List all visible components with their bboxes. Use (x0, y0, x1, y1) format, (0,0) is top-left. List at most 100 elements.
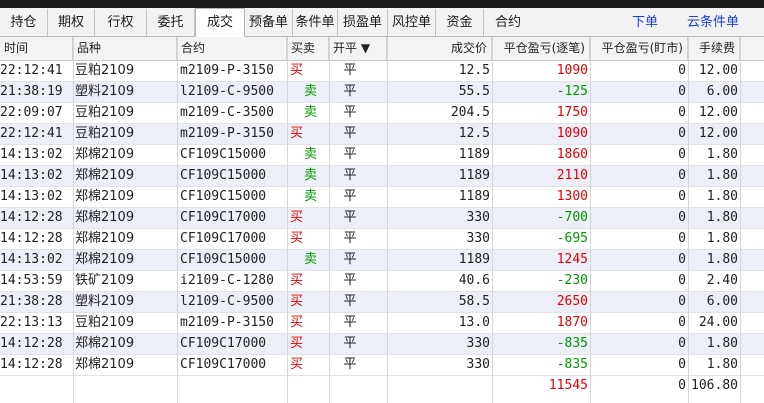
table-row[interactable]: 21:38:28 塑料2109 l2109-C-9500 买 平 58.5 2650 0 6.0… (0, 292, 764, 313)
trade-contract: CF109C15000 (180, 189, 267, 204)
trade-pnl-trade: -125 (556, 84, 588, 99)
trade-offset: 平 (343, 252, 357, 267)
tab-exercise[interactable]: 行权 (95, 9, 147, 36)
tab-orders[interactable]: 委托 (147, 9, 195, 36)
tab-contracts[interactable]: 合约 (484, 9, 532, 36)
tab-stop-orders[interactable]: 损盈单 (338, 9, 388, 36)
trade-fee: 6.00 (706, 294, 738, 309)
tab-options[interactable]: 期权 (48, 9, 95, 36)
trade-pnl-trade: 2650 (556, 294, 588, 309)
column-divider (590, 37, 591, 403)
table-row[interactable]: 22:13:13 豆粕2109 m2109-P-3150 买 平 13.0 1870 0 24.… (0, 313, 764, 334)
trade-pnl-mark: 0 (678, 336, 686, 351)
table-row[interactable]: 22:12:41 豆粕2109 m2109-P-3150 买 平 12.5 1090 0 12.… (0, 124, 764, 145)
trade-price: 330 (466, 231, 490, 246)
table-row[interactable]: 14:13:02 郑棉2109 CF109C15000 卖 平 1189 1860 0 1.80 (0, 145, 764, 166)
trade-product: 豆粕2109 (75, 126, 135, 141)
trade-direction: 买 (290, 336, 304, 351)
trade-fee: 24.00 (698, 315, 738, 330)
trade-product: 豆粕2109 (75, 315, 135, 330)
tab-positions[interactable]: 持仓 (0, 9, 48, 36)
table-row[interactable]: 14:12:28 郑棉2109 CF109C17000 买 平 330 -700 0 1.80 (0, 208, 764, 229)
table-row[interactable]: 21:38:19 塑料2109 l2109-C-9500 卖 平 55.5 -125 0 6.0… (0, 82, 764, 103)
cloud-conditional-order-link[interactable]: 云条件单 (687, 9, 739, 36)
trade-fee: 1.80 (706, 147, 738, 162)
trade-time: 14:12:28 (0, 357, 63, 372)
trade-time: 14:53:59 (0, 273, 63, 288)
trade-contract: i2109-C-1280 (180, 273, 274, 288)
column-divider (740, 37, 741, 403)
total-pnl-mark: 0 (678, 378, 686, 393)
trade-offset: 平 (343, 126, 357, 141)
col-header-price[interactable]: 成交价 (387, 37, 492, 60)
trade-offset: 平 (343, 336, 357, 351)
trade-time: 22:09:07 (0, 105, 63, 120)
col-header-contract[interactable]: 合约 (177, 37, 287, 60)
col-header-pnl-trade[interactable]: 平仓盈亏(逐笔) (492, 37, 590, 60)
table-row[interactable]: 14:53:59 铁矿2109 i2109-C-1280 买 平 40.6 -230 0 2.4… (0, 271, 764, 292)
total-fee: 106.80 (691, 378, 738, 393)
trade-direction: 卖 (304, 84, 318, 99)
trade-direction: 卖 (304, 105, 318, 120)
trade-contract: m2109-P-3150 (180, 315, 274, 330)
trade-pnl-trade: 1090 (556, 63, 588, 78)
trade-product: 铁矿2109 (75, 273, 135, 288)
table-row[interactable]: 14:12:28 郑棉2109 CF109C17000 买 平 330 -835 0 1.80 (0, 355, 764, 376)
col-header-time[interactable]: 时间 (0, 37, 73, 60)
trade-offset: 平 (343, 273, 357, 288)
trade-time: 21:38:28 (0, 294, 63, 309)
tab-conditional-orders[interactable]: 条件单 (293, 9, 338, 36)
table-row[interactable]: 14:12:28 郑棉2109 CF109C17000 买 平 330 -695 0 1.80 (0, 229, 764, 250)
table-body: 22:12:41 豆粕2109 m2109-P-3150 买平 12.5 1090 0 12.… (0, 61, 764, 376)
col-header-direction[interactable]: 买卖 (287, 37, 329, 60)
trade-contract: m2109-P-3150 (180, 126, 274, 141)
tab-risk-orders[interactable]: 风控单 (388, 9, 436, 36)
trade-time: 22:12:41 (0, 63, 63, 78)
trade-direction: 买 (290, 294, 304, 309)
trade-price: 55.5 (458, 84, 490, 99)
table-row[interactable]: 14:13:02 郑棉2109 CF109C15000 卖 平 1189 1245 0 1.80 (0, 250, 764, 271)
trade-fee: 1.80 (706, 210, 738, 225)
trade-direction: 卖 (304, 147, 318, 162)
trade-fee: 1.80 (706, 336, 738, 351)
trade-contract: m2109-C-3500 (180, 105, 274, 120)
trade-product: 郑棉2109 (75, 168, 135, 183)
table-row[interactable]: 22:09:07 豆粕2109 m2109-C-3500 卖 平 204.5 1750 0 12… (0, 103, 764, 124)
trade-fee: 12.00 (698, 126, 738, 141)
trade-offset: 平 (343, 357, 357, 372)
tab-trades[interactable]: 成交 (195, 8, 245, 37)
trade-offset: 平 (343, 84, 357, 99)
column-divider (492, 37, 493, 403)
table-row[interactable]: 14:13:02 郑棉2109 CF109C15000 卖 平 1189 1300 0 1.80 (0, 187, 764, 208)
trade-direction: 买 (290, 63, 304, 78)
trade-price: 330 (466, 357, 490, 372)
trade-product: 郑棉2109 (75, 147, 135, 162)
table-row[interactable]: 14:13:02 郑棉2109 CF109C15000 卖 平 1189 2110 0 1.80 (0, 166, 764, 187)
trade-time: 21:38:19 (0, 84, 63, 99)
trade-direction: 买 (290, 315, 304, 330)
trade-product: 郑棉2109 (75, 189, 135, 204)
table-row[interactable]: 22:12:41 豆粕2109 m2109-P-3150 买 平 12.5 1090 0 12.… (0, 61, 764, 82)
trade-contract: m2109-P-3150 (180, 63, 274, 78)
trade-fee: 12.00 (698, 105, 738, 120)
column-divider (329, 37, 330, 403)
table-row[interactable]: 14:12:28 郑棉2109 CF109C17000 买 平 330 -835 0 1.80 (0, 334, 764, 355)
place-order-link[interactable]: 下单 (632, 9, 658, 36)
totals-row: 11545 0 106.80 (0, 376, 764, 397)
trade-product: 塑料2109 (75, 294, 135, 309)
trade-fee: 2.40 (706, 273, 738, 288)
trade-price: 40.6 (458, 273, 490, 288)
col-header-pnl-mark[interactable]: 平仓盈亏(盯市) (590, 37, 688, 60)
col-header-fee[interactable]: 手续费 (688, 37, 740, 60)
trade-time: 14:13:02 (0, 147, 63, 162)
trade-time: 22:12:41 (0, 126, 63, 141)
tab-funds[interactable]: 资金 (436, 9, 484, 36)
trade-product: 豆粕2109 (75, 63, 135, 78)
col-header-offset[interactable]: 开平 ▼ (329, 37, 387, 60)
col-header-product[interactable]: 品种 (73, 37, 177, 60)
trade-direction: 卖 (304, 189, 318, 204)
trade-pnl-mark: 0 (678, 189, 686, 204)
trade-offset: 平 (343, 294, 357, 309)
trade-pnl-trade: 1860 (556, 147, 588, 162)
tab-prepared-orders[interactable]: 预备单 (245, 9, 293, 36)
